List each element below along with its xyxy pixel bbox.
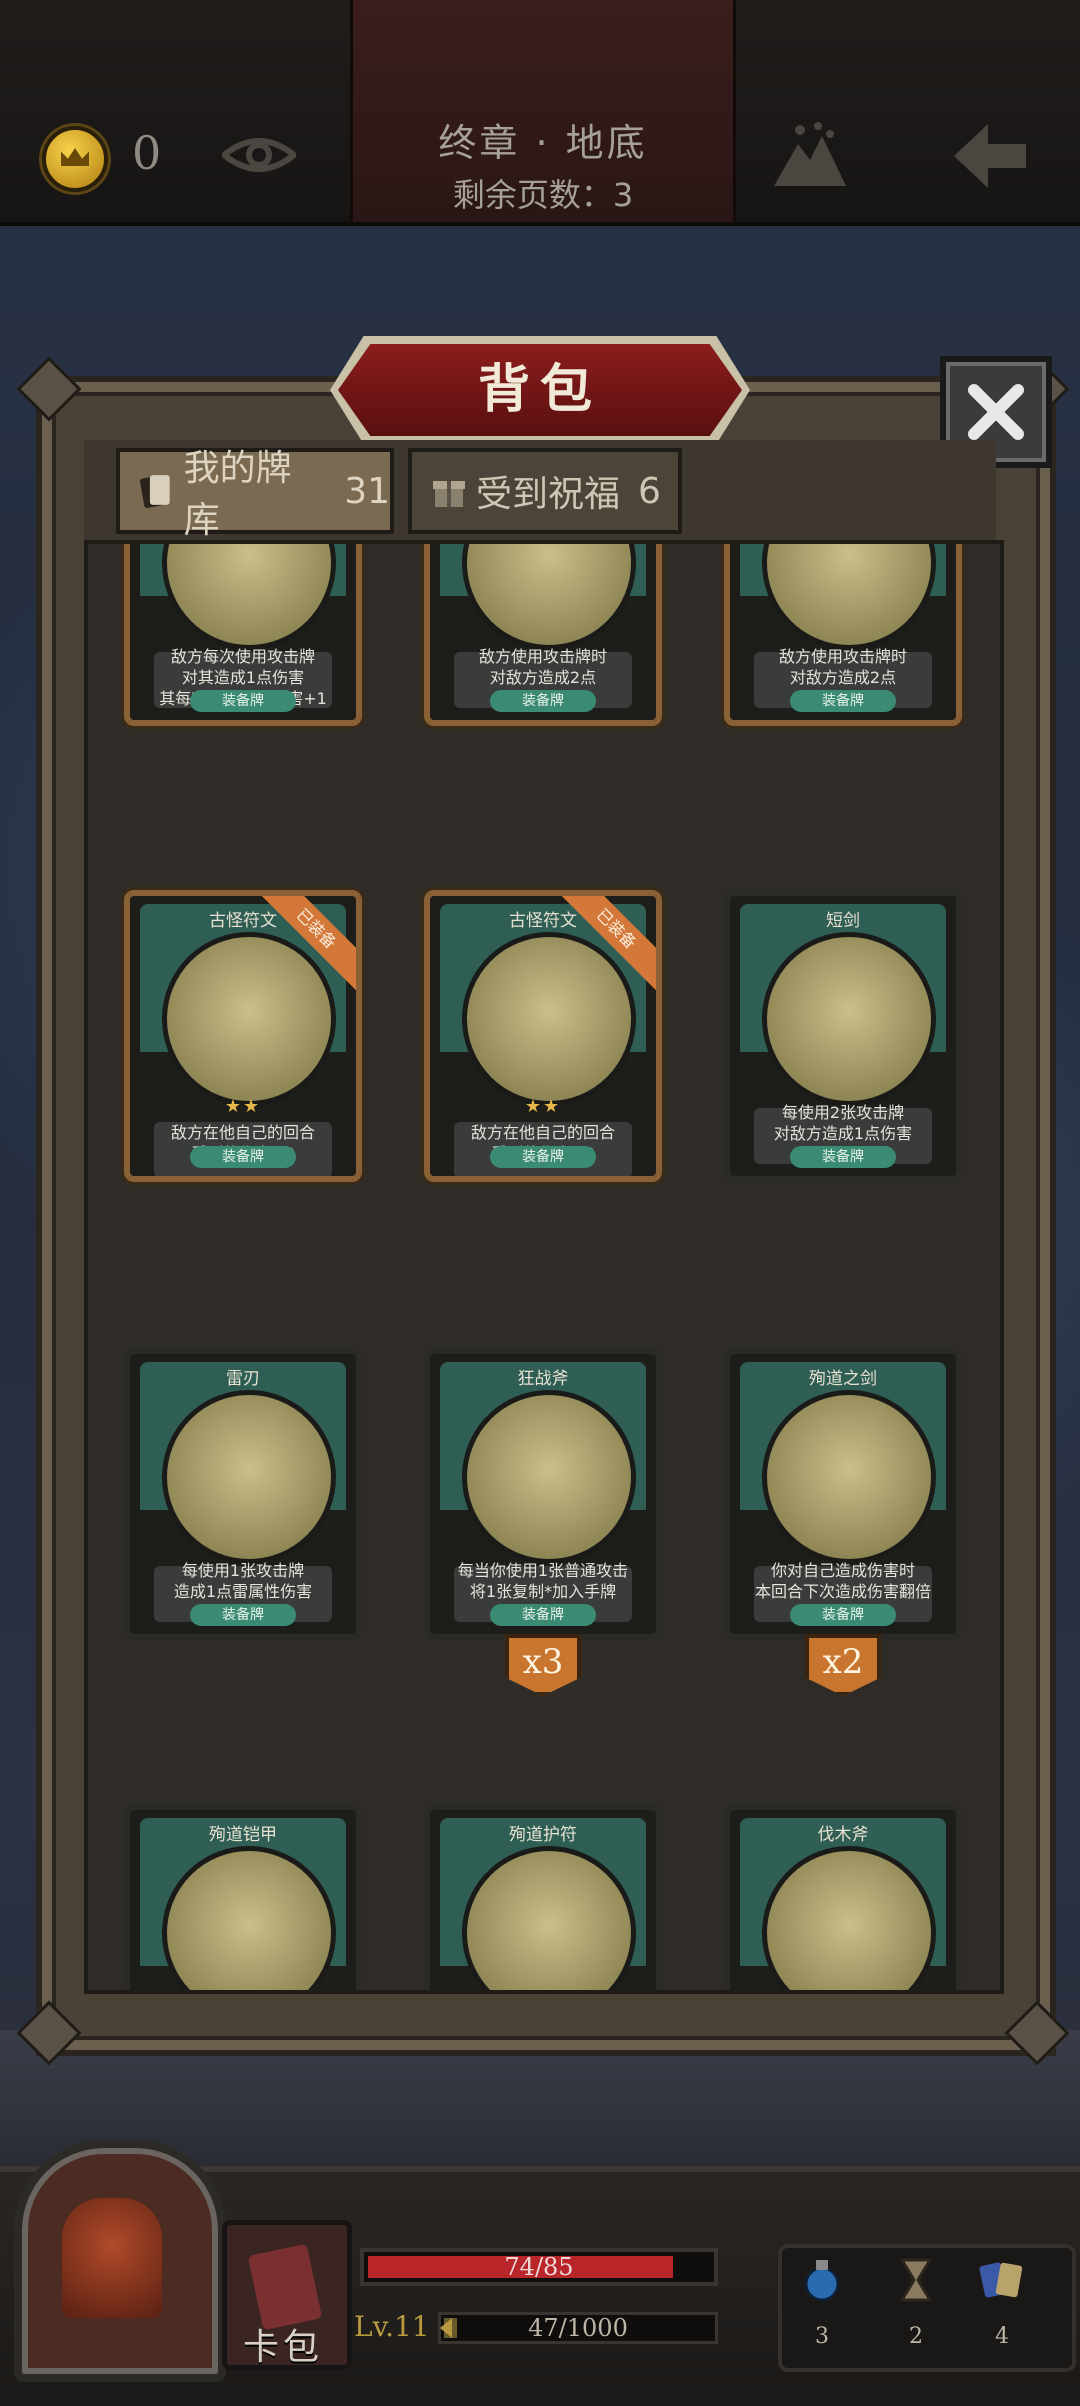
- card-type: 装备牌: [490, 690, 596, 712]
- bag-title: 背包: [477, 360, 602, 420]
- hp-text: 74/85: [504, 2253, 574, 2281]
- card-description: 每使用2张攻击牌 对敌方造成1点伤害: [773, 1103, 913, 1143]
- cards-icon: [979, 2262, 1023, 2298]
- card-art: [762, 932, 936, 1106]
- card-type: 装备牌: [490, 1146, 596, 1168]
- card-stars: ★★: [524, 1096, 562, 1117]
- equipment-card[interactable]: 敌方每次使用攻击牌 对其造成1点伤害 其每有一张手牌伤害+1装备牌: [124, 544, 362, 726]
- card-type: 装备牌: [790, 1604, 896, 1626]
- tab-count: 31: [344, 470, 390, 512]
- card-art: [162, 1390, 336, 1564]
- card-name: 短剑: [826, 911, 860, 931]
- tab-label: 我的牌库: [183, 448, 292, 541]
- equipment-card[interactable]: 敌方使用攻击牌时 对敌方造成2点 火属性伤害装备牌: [424, 544, 662, 726]
- equipment-card[interactable]: 古怪符文★★敌方在他自己的回合 受到的伤害+3装备牌已装备: [424, 890, 662, 1182]
- tab-my-deck[interactable]: 我的牌库 31: [116, 448, 394, 541]
- card-type: 装备牌: [190, 1146, 296, 1168]
- card-name: 殉道之剑: [809, 1369, 877, 1389]
- card-stars: ★★: [224, 1096, 262, 1117]
- crown-coin-icon: [42, 126, 108, 192]
- hourglass-icon: [899, 2258, 933, 2302]
- item-hourglass[interactable]: 2: [886, 2256, 946, 2356]
- card-type: 装备牌: [790, 1146, 896, 1168]
- card-art: [462, 1390, 636, 1564]
- card-art: [162, 544, 336, 650]
- card-multiplier-badge: x3: [505, 1634, 581, 1696]
- card-description: 你对自己造成伤害时 本回合下次造成伤害翻倍: [754, 1561, 931, 1601]
- item-count: 4: [995, 2324, 1009, 2349]
- card-description: 每当你使用1张普通攻击 将1张复制*加入手牌: [457, 1561, 629, 1601]
- equipment-card[interactable]: 殉道之剑你对自己造成伤害时 本回合下次造成伤害翻倍装备牌: [724, 1348, 962, 1640]
- card-name: 雷刃: [226, 1369, 260, 1389]
- card-art: [762, 1390, 936, 1564]
- card-art: [762, 544, 936, 650]
- card-art: [462, 544, 636, 650]
- gift-icon: [433, 481, 465, 507]
- card-type: 装备牌: [190, 1604, 296, 1626]
- equipment-card[interactable]: 殉道护符: [424, 1804, 662, 1990]
- eye-icon[interactable]: [222, 133, 296, 177]
- back-arrow-icon[interactable]: [950, 120, 1030, 192]
- card-type: 装备牌: [490, 1604, 596, 1626]
- map-icon[interactable]: [770, 120, 850, 190]
- tab-blessings[interactable]: 受到祝福 6: [408, 448, 682, 534]
- card-art: [462, 932, 636, 1106]
- card-name: 伐木斧: [817, 1825, 869, 1845]
- equipment-card[interactable]: 敌方使用攻击牌时 对敌方造成2点 火属性伤害装备牌: [724, 544, 962, 726]
- card-multiplier-badge: x2: [805, 1634, 881, 1696]
- card-type: 装备牌: [790, 690, 896, 712]
- card-type: 装备牌: [190, 690, 296, 712]
- equipment-card[interactable]: 雷刃每使用1张攻击牌 造成1点雷属性伤害装备牌: [124, 1348, 362, 1640]
- card-grid: 敌方每次使用攻击牌 对其造成1点伤害 其每有一张手牌伤害+1装备牌敌方使用攻击牌…: [84, 540, 1004, 1994]
- card-art: [162, 932, 336, 1106]
- item-potion[interactable]: 3: [792, 2256, 852, 2356]
- equipment-card[interactable]: 伐木斧: [724, 1804, 962, 1990]
- item-cards[interactable]: 4: [972, 2256, 1032, 2356]
- chapter-title: 终章 · 地底: [438, 121, 648, 165]
- card-description: 每使用1张攻击牌 造成1点雷属性伤害: [173, 1561, 313, 1601]
- coin-count: 0: [132, 126, 162, 180]
- top-bar: 0 终章 · 地底 剩余页数：3: [0, 0, 1080, 226]
- hero-portrait[interactable]: [14, 2140, 226, 2382]
- equipment-card[interactable]: 狂战斧每当你使用1张普通攻击 将1张复制*加入手牌装备牌: [424, 1348, 662, 1640]
- equipment-card[interactable]: 殉道铠甲: [124, 1804, 362, 1990]
- card-name: 殉道护符: [509, 1825, 577, 1845]
- pages-left: 剩余页数：3: [452, 176, 634, 214]
- item-count: 3: [815, 2324, 829, 2349]
- card-name: 殉道铠甲: [209, 1825, 277, 1845]
- xp-text: 47/1000: [528, 2314, 628, 2342]
- equipment-card[interactable]: 古怪符文★★敌方在他自己的回合 受到的伤害+3装备牌已装备: [124, 890, 362, 1182]
- tab-label: 受到祝福: [476, 474, 621, 515]
- card-name: 狂战斧: [517, 1369, 569, 1389]
- cards-icon: [140, 475, 170, 508]
- close-icon: [968, 384, 1024, 440]
- tab-count: 6: [638, 470, 661, 512]
- equipment-card[interactable]: 短剑每使用2张攻击牌 对敌方造成1点伤害装备牌: [724, 890, 962, 1182]
- level-text: Lv.11: [354, 2310, 430, 2343]
- item-count: 2: [909, 2324, 923, 2349]
- chapter-panel: 终章 · 地底 剩余页数：3: [350, 0, 736, 222]
- potion-icon: [804, 2260, 840, 2302]
- card-pack-label: 卡包: [242, 2327, 323, 2368]
